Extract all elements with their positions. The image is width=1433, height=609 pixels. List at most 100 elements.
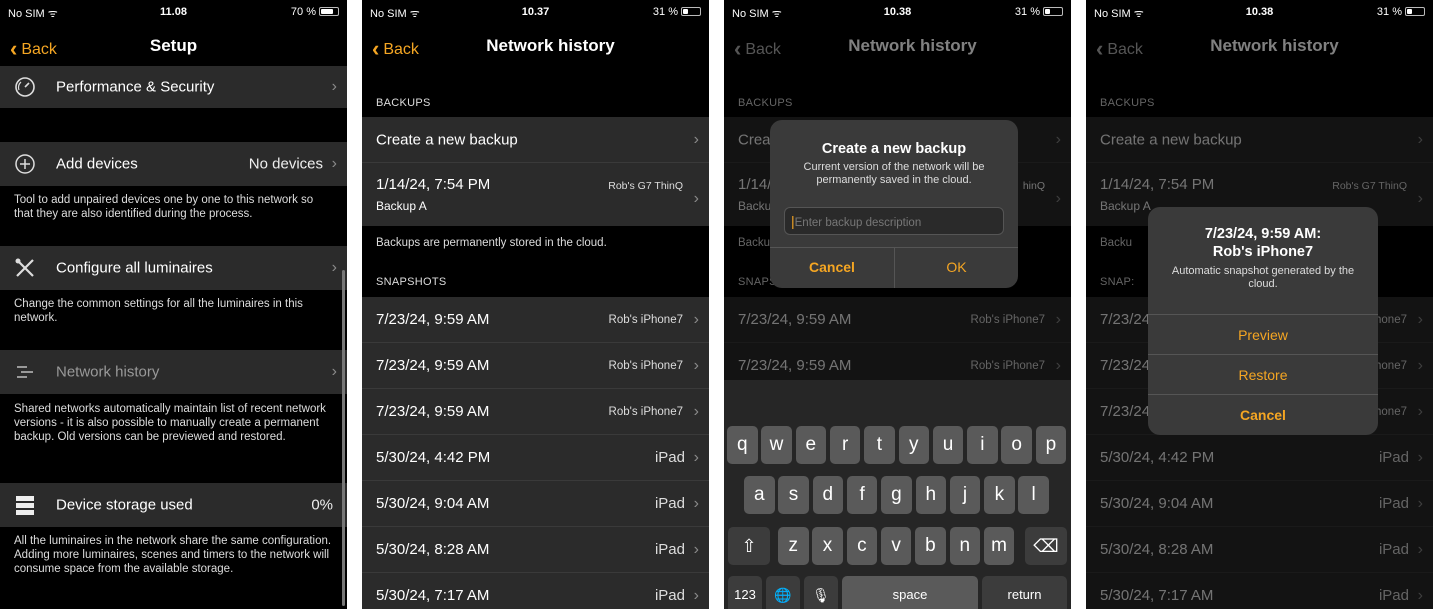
network-history-screen: No SIM ᯤ 10.37 31 % ‹ Back Network histor…	[362, 0, 709, 609]
scrollbar[interactable]	[342, 270, 345, 606]
chevron-right-icon: ›	[1417, 310, 1423, 328]
key-f[interactable]: f	[846, 476, 878, 514]
chevron-right-icon: ›	[1417, 540, 1423, 558]
key-p[interactable]: p	[1035, 426, 1067, 464]
key-o[interactable]: o	[1001, 426, 1032, 464]
create-backup-screen: No SIM ᯤ 10.38 31 % ‹ Back Network histor…	[724, 0, 1071, 609]
storage-note: All the luminaires in the network share …	[14, 535, 332, 575]
snapshot-date: 7/23/24, 9:59 AM	[376, 403, 490, 420]
microphone-icon[interactable]: 🎙	[804, 576, 838, 609]
chevron-right-icon: ›	[1417, 356, 1423, 374]
chevron-right-icon: ›	[693, 448, 699, 466]
snapshot-device: iPad	[1378, 449, 1409, 466]
key-n[interactable]: n	[949, 527, 980, 565]
backups-note: Backups are permanently stored in the cl…	[376, 237, 607, 249]
key-b[interactable]: b	[915, 527, 946, 565]
key-x[interactable]: x	[812, 527, 843, 565]
key-h[interactable]: h	[915, 476, 946, 514]
cancel-button[interactable]: Cancel	[770, 259, 894, 275]
space-key[interactable]: space	[842, 576, 978, 609]
plus-circle-icon	[15, 154, 35, 174]
shift-key[interactable]: ⇧	[728, 527, 770, 565]
key-t[interactable]: t	[864, 426, 895, 464]
sheet-subtitle: Rob's iPhone7	[1212, 244, 1314, 260]
key-r[interactable]: r	[829, 426, 861, 464]
chevron-right-icon: ›	[1417, 587, 1423, 604]
backups-header: BACKUPS	[738, 97, 793, 109]
snapshot-row[interactable]: 5/30/24, 8:28 AM iPad ›	[362, 527, 709, 573]
snapshot-date: 5/30/24, 4:42 PM	[376, 449, 491, 466]
tools-icon	[15, 258, 34, 277]
key-k[interactable]: k	[984, 476, 1015, 514]
configure-luminaires-row[interactable]: Configure all luminaires ›	[0, 246, 347, 290]
chevron-right-icon: ›	[331, 259, 337, 276]
cancel-button[interactable]: Cancel	[1148, 407, 1378, 423]
key-m[interactable]: m	[983, 527, 1015, 565]
key-c[interactable]: c	[846, 527, 878, 565]
key-q[interactable]: q	[727, 426, 758, 464]
suggestion-bar	[724, 380, 1071, 420]
key-s[interactable]: s	[778, 476, 809, 514]
numbers-key[interactable]: 123	[728, 576, 762, 609]
nav-bar: ‹ Back Network history	[362, 26, 709, 66]
chevron-right-icon: ›	[693, 356, 699, 374]
key-v[interactable]: v	[880, 527, 912, 565]
battery: 70 %	[291, 6, 339, 18]
key-l[interactable]: l	[1018, 476, 1049, 514]
nav-bar: ‹ Back Network history	[1086, 26, 1433, 66]
add-devices-row[interactable]: Add devices No devices ›	[0, 142, 347, 186]
key-i[interactable]: i	[967, 426, 998, 464]
snapshot-row[interactable]: 7/23/24, 9:59 AM Rob's iPhone7 ›	[362, 343, 709, 389]
snapshot-row[interactable]: 5/30/24, 7:17 AM iPad ›	[362, 573, 709, 609]
create-backup-dialog: Create a new backup Current version of t…	[770, 120, 1018, 288]
key-z[interactable]: z	[778, 527, 809, 565]
nav-bar: ‹ Back Network history	[724, 26, 1071, 66]
snapshot-date: 5/30/24, 9:04 AM	[376, 495, 490, 512]
preview-button[interactable]: Preview	[1148, 327, 1378, 343]
snapshot-device: iPad	[654, 495, 685, 512]
restore-button[interactable]: Restore	[1148, 367, 1378, 383]
snapshot-row: 5/30/24, 8:28 AM iPad ›	[1086, 527, 1433, 573]
network-history-row[interactable]: Network history ›	[0, 350, 347, 394]
network-history-note: Shared networks automatically maintain l…	[14, 403, 326, 443]
return-key[interactable]: return	[982, 576, 1067, 609]
key-e[interactable]: e	[795, 426, 827, 464]
snapshot-row[interactable]: 7/23/24, 9:59 AM Rob's iPhone7 ›	[362, 297, 709, 343]
key-j[interactable]: j	[949, 476, 981, 514]
backup-name: Backup A	[376, 199, 427, 213]
snapshot-device: iPad	[1378, 587, 1409, 604]
create-backup-row[interactable]: Create a new backup ›	[362, 117, 709, 163]
backups-header: BACKUPS	[376, 97, 431, 109]
key-a[interactable]: a	[744, 476, 775, 514]
key-w[interactable]: w	[761, 426, 792, 464]
snapshot-date: 5/30/24, 9:04 AM	[1100, 495, 1214, 512]
snapshot-date: 5/30/24, 4:42 PM	[1100, 449, 1215, 466]
page-title: Network history	[1210, 36, 1339, 55]
page-title: Network history	[486, 36, 615, 55]
performance-security-row[interactable]: Performance & Security ›	[0, 66, 347, 108]
snapshot-device: Rob's iPhone7	[608, 360, 683, 372]
snapshot-row[interactable]: 5/30/24, 9:04 AM iPad ›	[362, 481, 709, 527]
battery: 31 %	[1377, 6, 1425, 18]
backup-row[interactable]: 1/14/24, 7:54 PM Backup A Rob's G7 ThinQ…	[362, 163, 709, 226]
nav-bar: ‹ Back Setup	[0, 26, 347, 66]
key-d[interactable]: d	[812, 476, 844, 514]
key-u[interactable]: u	[932, 426, 964, 464]
chevron-right-icon: ›	[331, 155, 337, 172]
battery-icon	[1043, 7, 1063, 16]
device-storage-row: Device storage used 0%	[0, 483, 347, 527]
ok-button[interactable]: OK	[895, 259, 1018, 275]
snapshot-row[interactable]: 5/30/24, 4:42 PM iPad ›	[362, 435, 709, 481]
snapshot-device: iPad	[654, 449, 685, 466]
key-g[interactable]: g	[881, 476, 912, 514]
key-y[interactable]: y	[898, 426, 929, 464]
delete-key[interactable]: ⌫	[1025, 527, 1067, 565]
chevron-right-icon: ›	[693, 310, 699, 328]
chevron-right-icon: ›	[1417, 402, 1423, 420]
backup-description-input[interactable]: |Enter backup description	[784, 207, 1004, 235]
globe-icon[interactable]: 🌐	[766, 576, 800, 609]
snapshot-row: 5/30/24, 9:04 AM iPad ›	[1086, 481, 1433, 527]
setup-screen: No SIM ᯤ 11.08 70 % ‹ Back Setup Performa…	[0, 0, 347, 609]
chevron-right-icon: ›	[693, 402, 699, 420]
snapshot-row[interactable]: 7/23/24, 9:59 AM Rob's iPhone7 ›	[362, 389, 709, 435]
